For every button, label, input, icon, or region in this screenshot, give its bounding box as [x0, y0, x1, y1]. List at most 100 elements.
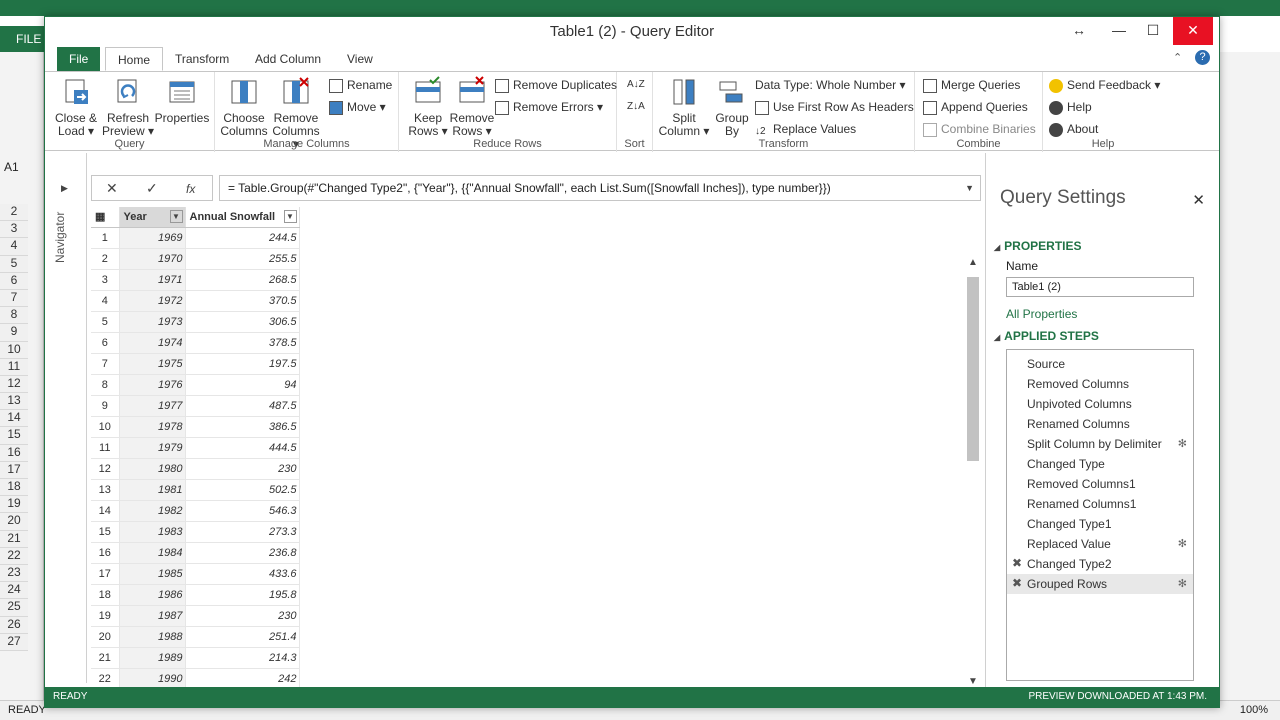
- year-cell[interactable]: 1988: [119, 626, 186, 648]
- table-row[interactable]: 18 1986 195.8: [91, 584, 300, 606]
- vertical-scrollbar[interactable]: ▲ ▼: [965, 257, 981, 687]
- table-row[interactable]: 9 1977 487.5: [91, 395, 300, 417]
- applied-step[interactable]: Renamed Columns: [1007, 414, 1193, 434]
- excel-row-number[interactable]: 6: [0, 272, 28, 290]
- excel-row-number[interactable]: 26: [0, 616, 28, 634]
- excel-row-number[interactable]: 22: [0, 547, 28, 565]
- excel-row-number[interactable]: 5: [0, 255, 28, 273]
- excel-row-number[interactable]: 10: [0, 341, 28, 359]
- year-cell[interactable]: 1989: [119, 647, 186, 669]
- scroll-down-icon[interactable]: ▼: [968, 676, 978, 687]
- table-row[interactable]: 13 1981 502.5: [91, 479, 300, 501]
- applied-step[interactable]: Removed Columns: [1007, 374, 1193, 394]
- excel-row-number[interactable]: 4: [0, 238, 28, 256]
- year-cell[interactable]: 1987: [119, 605, 186, 627]
- snowfall-cell[interactable]: 487.5: [185, 395, 300, 417]
- use-first-row-headers-button[interactable]: Use First Row As Headers: [755, 98, 914, 116]
- remove-duplicates-button[interactable]: Remove Duplicates: [495, 76, 617, 94]
- snowfall-cell[interactable]: 306.5: [185, 311, 300, 333]
- remove-errors-button[interactable]: Remove Errors ▾: [495, 98, 603, 116]
- table-row[interactable]: 17 1985 433.6: [91, 563, 300, 585]
- snowfall-cell[interactable]: 195.8: [185, 584, 300, 606]
- applied-step[interactable]: Split Column by Delimiter ✻: [1007, 434, 1193, 454]
- year-cell[interactable]: 1984: [119, 542, 186, 564]
- row-number[interactable]: 9: [91, 395, 120, 417]
- row-number[interactable]: 10: [91, 416, 120, 438]
- column-header-annual-snowfall[interactable]: Annual Snowfall ▼: [185, 207, 300, 228]
- excel-file-tab[interactable]: FILE: [0, 26, 44, 52]
- snowfall-cell[interactable]: 251.4: [185, 626, 300, 648]
- table-row[interactable]: 2 1970 255.5: [91, 248, 300, 270]
- applied-step[interactable]: Replaced Value ✻: [1007, 534, 1193, 554]
- group-by-button[interactable]: Group By: [705, 76, 759, 138]
- excel-row-number[interactable]: 21: [0, 530, 28, 548]
- excel-row-number[interactable]: 12: [0, 375, 28, 394]
- snowfall-cell[interactable]: 386.5: [185, 416, 300, 438]
- close-icon[interactable]: ✕: [1192, 191, 1205, 209]
- year-cell[interactable]: 1990: [119, 668, 186, 687]
- tab-home[interactable]: Home: [105, 47, 164, 71]
- table-row[interactable]: 11 1979 444.5: [91, 437, 300, 459]
- properties-section[interactable]: ◢ PROPERTIES: [994, 239, 1082, 253]
- table-row[interactable]: 5 1973 306.5: [91, 311, 300, 333]
- year-cell[interactable]: 1975: [119, 353, 186, 375]
- row-number[interactable]: 15: [91, 521, 120, 543]
- excel-row-number[interactable]: 3: [0, 221, 28, 239]
- row-number[interactable]: 7: [91, 353, 120, 375]
- applied-steps-section[interactable]: ◢ APPLIED STEPS: [994, 329, 1099, 343]
- year-cell[interactable]: 1972: [119, 290, 186, 312]
- row-number[interactable]: 21: [91, 647, 120, 669]
- table-row[interactable]: 3 1971 268.5: [91, 269, 300, 291]
- properties-button[interactable]: Properties: [151, 76, 213, 125]
- split-column-button[interactable]: Split Column ▾: [657, 76, 711, 138]
- applied-step[interactable]: Removed Columns1: [1007, 474, 1193, 494]
- applied-step[interactable]: Changed Type1: [1007, 514, 1193, 534]
- gear-icon[interactable]: ✻: [1178, 537, 1187, 550]
- excel-row-number[interactable]: 2: [0, 204, 28, 222]
- maximize-button[interactable]: ☐: [1137, 17, 1169, 45]
- snowfall-cell[interactable]: 444.5: [185, 437, 300, 459]
- row-number[interactable]: 16: [91, 542, 120, 564]
- snowfall-cell[interactable]: 197.5: [185, 353, 300, 375]
- row-number[interactable]: 12: [91, 458, 120, 480]
- row-number[interactable]: 6: [91, 332, 120, 354]
- excel-row-number[interactable]: 8: [0, 307, 28, 325]
- sort-descending-icon[interactable]: Z↓A: [627, 98, 645, 116]
- tab-view[interactable]: View: [335, 47, 385, 71]
- applied-step[interactable]: Source: [1007, 354, 1193, 374]
- row-number[interactable]: 13: [91, 479, 120, 501]
- all-properties-link[interactable]: All Properties: [1006, 307, 1077, 321]
- row-number[interactable]: 20: [91, 626, 120, 648]
- excel-row-number[interactable]: 16: [0, 444, 28, 462]
- scroll-thumb[interactable]: [967, 277, 979, 461]
- snowfall-cell[interactable]: 370.5: [185, 290, 300, 312]
- row-number[interactable]: 11: [91, 437, 120, 459]
- snowfall-cell[interactable]: 242: [185, 668, 300, 687]
- excel-row-number[interactable]: 15: [0, 427, 28, 445]
- snowfall-cell[interactable]: 236.8: [185, 542, 300, 564]
- snowfall-cell[interactable]: 214.3: [185, 647, 300, 669]
- applied-step[interactable]: Changed Type: [1007, 454, 1193, 474]
- tab-add-column[interactable]: Add Column: [243, 47, 333, 71]
- send-feedback-button[interactable]: Send Feedback ▾: [1049, 76, 1160, 94]
- row-number[interactable]: 3: [91, 269, 120, 291]
- help-button[interactable]: Help: [1049, 98, 1092, 116]
- year-cell[interactable]: 1976: [119, 374, 186, 396]
- table-row[interactable]: 14 1982 546.3: [91, 500, 300, 522]
- expand-navigator-icon[interactable]: ▶: [61, 183, 68, 194]
- excel-row-number[interactable]: 20: [0, 513, 28, 531]
- minimize-button[interactable]: —: [1103, 17, 1135, 45]
- year-cell[interactable]: 1978: [119, 416, 186, 438]
- year-cell[interactable]: 1985: [119, 563, 186, 585]
- year-cell[interactable]: 1977: [119, 395, 186, 417]
- collapse-ribbon-icon[interactable]: ⌃: [1173, 51, 1182, 64]
- table-row[interactable]: 21 1989 214.3: [91, 647, 300, 669]
- delete-step-icon[interactable]: ✖: [1012, 556, 1022, 570]
- column-header-year[interactable]: Year ▼: [119, 207, 186, 228]
- data-type-dropdown[interactable]: Data Type: Whole Number ▾: [755, 76, 906, 94]
- append-queries-button[interactable]: Append Queries: [923, 98, 1028, 116]
- row-number[interactable]: 5: [91, 311, 120, 333]
- table-row[interactable]: 10 1978 386.5: [91, 416, 300, 438]
- row-number[interactable]: 18: [91, 584, 120, 606]
- name-field[interactable]: Table1 (2): [1006, 277, 1194, 297]
